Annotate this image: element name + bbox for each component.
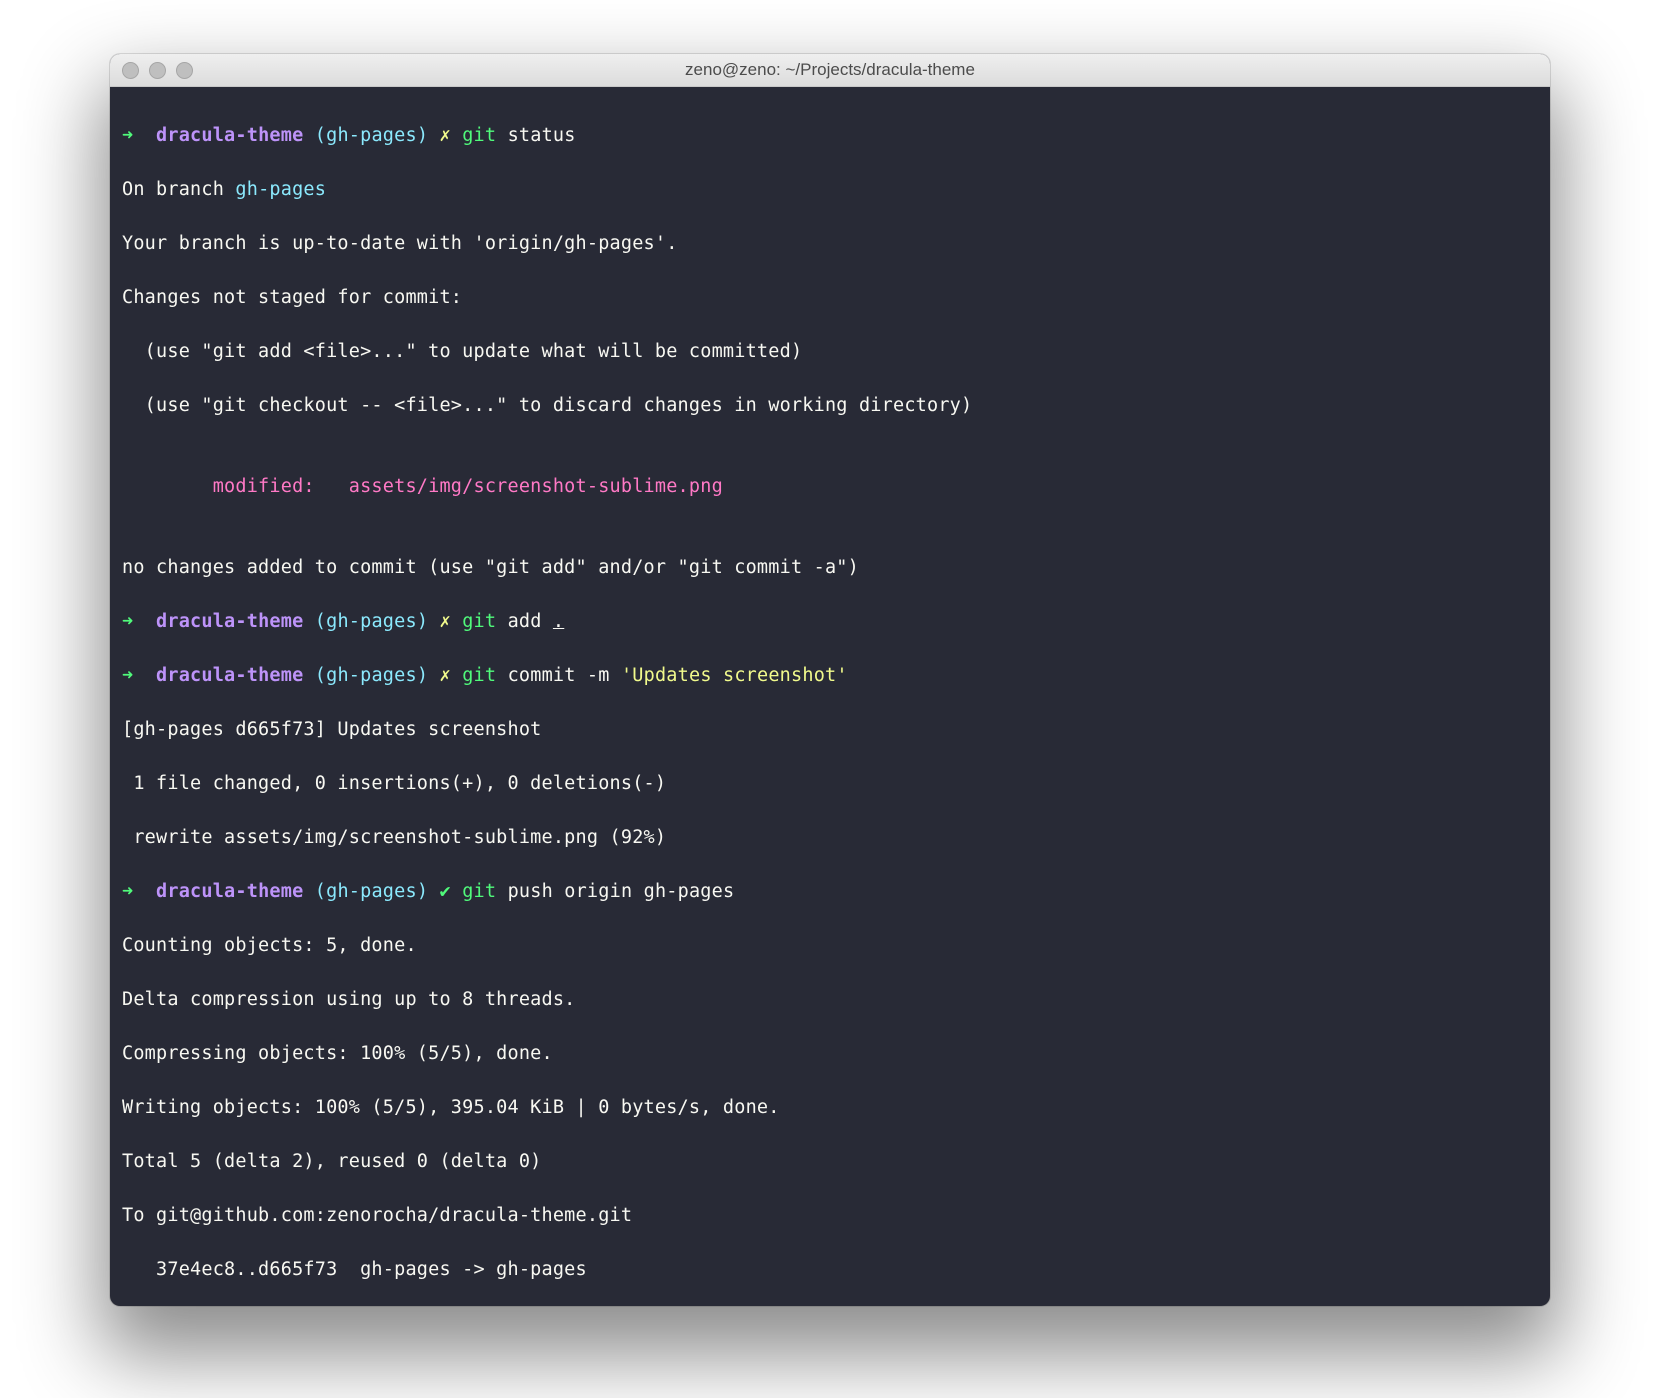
terminal-body[interactable]: ➜ dracula-theme (gh-pages) ✗ git status … <box>110 87 1550 1306</box>
command-args: push origin gh-pages <box>508 881 735 902</box>
output-line: Total 5 (delta 2), reused 0 (delta 0) <box>122 1148 1538 1175</box>
dirty-icon: ✗ <box>440 125 451 146</box>
output-line: (use "git add <file>..." to update what … <box>122 338 1538 365</box>
prompt-arrow-icon: ➜ <box>122 881 133 902</box>
output-line: Your branch is up-to-date with 'origin/g… <box>122 230 1538 257</box>
dirty-icon: ✗ <box>440 665 451 686</box>
command: git <box>462 125 496 146</box>
prompt-arrow-icon: ➜ <box>122 665 133 686</box>
command-args: status <box>508 125 576 146</box>
terminal-window: zeno@zeno: ~/Projects/dracula-theme ➜ dr… <box>110 54 1550 1306</box>
command-args: commit -m <box>508 665 621 686</box>
titlebar: zeno@zeno: ~/Projects/dracula-theme <box>110 54 1550 87</box>
command: git <box>462 611 496 632</box>
prompt-branch: (gh-pages) <box>315 125 428 146</box>
clean-icon: ✔ <box>440 881 451 902</box>
output-line: Writing objects: 100% (5/5), 395.04 KiB … <box>122 1094 1538 1121</box>
output-line: Changes not staged for commit: <box>122 284 1538 311</box>
prompt-branch: (gh-pages) <box>315 881 428 902</box>
output-line: Delta compression using up to 8 threads. <box>122 986 1538 1013</box>
close-icon[interactable] <box>122 62 139 79</box>
output-line: On branch gh-pages <box>122 176 1538 203</box>
prompt-line: ➜ dracula-theme (gh-pages) ✗ git add . <box>122 608 1538 635</box>
prompt-dir: dracula-theme <box>156 125 303 146</box>
prompt-dir: dracula-theme <box>156 665 303 686</box>
branch-name: gh-pages <box>235 179 326 200</box>
output-line: no changes added to commit (use "git add… <box>122 554 1538 581</box>
prompt-line: ➜ dracula-theme (gh-pages) ✔ git push or… <box>122 878 1538 905</box>
command-args: add <box>508 611 553 632</box>
output-line: Counting objects: 5, done. <box>122 932 1538 959</box>
output-line: rewrite assets/img/screenshot-sublime.pn… <box>122 824 1538 851</box>
command-args: . <box>553 611 564 632</box>
output-line: [gh-pages d665f73] Updates screenshot <box>122 716 1538 743</box>
minimize-icon[interactable] <box>149 62 166 79</box>
prompt-dir: dracula-theme <box>156 881 303 902</box>
output-modified: modified: assets/img/screenshot-sublime.… <box>122 473 1538 500</box>
window-title: zeno@zeno: ~/Projects/dracula-theme <box>110 60 1550 80</box>
dirty-icon: ✗ <box>440 611 451 632</box>
prompt-line: ➜ dracula-theme (gh-pages) ✗ git status <box>122 122 1538 149</box>
prompt-branch: (gh-pages) <box>315 665 428 686</box>
command-string: 'Updates screenshot' <box>621 665 848 686</box>
zoom-icon[interactable] <box>176 62 193 79</box>
output-line: 37e4ec8..d665f73 gh-pages -> gh-pages <box>122 1256 1538 1283</box>
output-line: (use "git checkout -- <file>..." to disc… <box>122 392 1538 419</box>
traffic-lights <box>122 62 193 79</box>
output-line: 1 file changed, 0 insertions(+), 0 delet… <box>122 770 1538 797</box>
command: git <box>462 665 496 686</box>
prompt-arrow-icon: ➜ <box>122 611 133 632</box>
output-line: To git@github.com:zenorocha/dracula-them… <box>122 1202 1538 1229</box>
prompt-branch: (gh-pages) <box>315 611 428 632</box>
output-line: Compressing objects: 100% (5/5), done. <box>122 1040 1538 1067</box>
command: git <box>462 881 496 902</box>
prompt-dir: dracula-theme <box>156 611 303 632</box>
prompt-line: ➜ dracula-theme (gh-pages) ✗ git commit … <box>122 662 1538 689</box>
prompt-arrow-icon: ➜ <box>122 125 133 146</box>
